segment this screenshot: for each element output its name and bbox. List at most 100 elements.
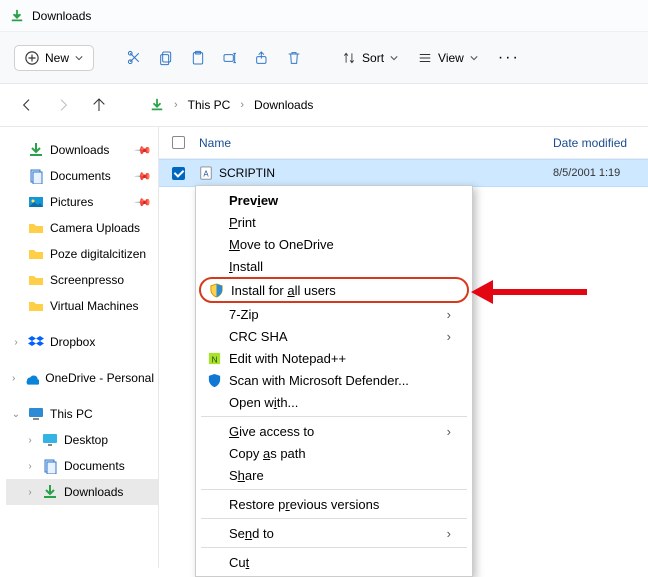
submenu-chevron-icon: › bbox=[447, 329, 451, 344]
pin-icon: 📌 bbox=[134, 141, 153, 160]
folder-icon bbox=[28, 246, 44, 262]
context-menu-label: Send to bbox=[225, 526, 447, 541]
more-button[interactable]: ··· bbox=[490, 49, 528, 67]
new-button[interactable]: New bbox=[14, 45, 94, 71]
download-icon bbox=[28, 142, 44, 158]
context-menu: PreviewPrintMove to OneDrive Install Insta… bbox=[195, 185, 473, 577]
sidebar-item-label: Camera Uploads bbox=[50, 221, 140, 235]
tree-chevron-icon[interactable]: › bbox=[24, 435, 36, 446]
file-date: 8/5/2001 1:19 bbox=[553, 167, 648, 179]
context-menu-item-install[interactable]: Install bbox=[199, 255, 469, 277]
sidebar-item-documents[interactable]: Documents📌 bbox=[6, 163, 158, 189]
shield-icon bbox=[205, 283, 227, 298]
pin-icon: 📌 bbox=[134, 193, 153, 212]
context-menu-label: Install for all users bbox=[227, 283, 449, 298]
context-menu-label: CRC SHA bbox=[225, 329, 447, 344]
download-icon bbox=[42, 484, 58, 500]
sidebar-item-downloads[interactable]: › Downloads bbox=[6, 479, 158, 505]
tree-chevron-icon[interactable]: › bbox=[10, 337, 22, 348]
sidebar-item-pictures[interactable]: Pictures📌 bbox=[6, 189, 158, 215]
folder-icon bbox=[28, 272, 44, 288]
svg-text:N: N bbox=[211, 354, 217, 364]
context-menu-item-open-with-[interactable]: Open with... bbox=[199, 391, 469, 413]
select-all-checkbox[interactable] bbox=[172, 136, 185, 149]
column-date[interactable]: Date modified bbox=[553, 136, 648, 150]
pictures-icon bbox=[28, 194, 44, 210]
context-menu-label: 7-Zip bbox=[225, 307, 447, 322]
context-menu-item-edit-with-notepad-[interactable]: NEdit with Notepad++ bbox=[199, 347, 469, 369]
sidebar-item-label: Poze digitalcitizen bbox=[50, 247, 146, 261]
tree-chevron-icon[interactable]: ⌄ bbox=[10, 409, 22, 420]
context-menu-separator bbox=[201, 518, 467, 519]
documents-icon bbox=[42, 458, 58, 474]
pin-icon: 📌 bbox=[134, 167, 153, 186]
context-menu-item-install-for-all-users[interactable]: Install for all users bbox=[199, 277, 469, 303]
breadcrumb[interactable]: Downloads bbox=[254, 98, 313, 112]
context-menu-item-share[interactable]: Share bbox=[199, 464, 469, 486]
sidebar-item-poze-digitalcitizen[interactable]: Poze digitalcitizen bbox=[6, 241, 158, 267]
toolbar: New Sort View ··· bbox=[0, 32, 648, 84]
folder-icon bbox=[28, 298, 44, 314]
file-row[interactable]: A SCRIPTIN 8/5/2001 1:19 bbox=[159, 159, 648, 187]
context-menu-item-move-to-onedrive[interactable]: Move to OneDrive bbox=[199, 233, 469, 255]
breadcrumb[interactable]: This PC bbox=[188, 98, 231, 112]
thispc-icon bbox=[28, 406, 44, 422]
sidebar-item-screenpresso[interactable]: Screenpresso bbox=[6, 267, 158, 293]
sidebar-item-label: Downloads bbox=[64, 485, 123, 499]
paste-button[interactable] bbox=[184, 44, 212, 72]
new-label: New bbox=[45, 51, 69, 65]
tree-chevron-icon[interactable]: › bbox=[24, 487, 36, 498]
folder-icon bbox=[28, 220, 44, 236]
tree-chevron-icon[interactable]: › bbox=[24, 461, 36, 472]
submenu-chevron-icon: › bbox=[447, 424, 451, 439]
context-menu-item-crc-sha[interactable]: CRC SHA› bbox=[199, 325, 469, 347]
context-menu-item-cut[interactable]: Cut bbox=[199, 551, 469, 573]
context-menu-label: Restore previous versions bbox=[225, 497, 451, 512]
context-menu-item-send-to[interactable]: Send to› bbox=[199, 522, 469, 544]
context-menu-label: Copy as path bbox=[225, 446, 451, 461]
sidebar-item-onedrive-personal[interactable]: › OneDrive - Personal bbox=[6, 365, 158, 391]
context-menu-item-print[interactable]: Print bbox=[199, 211, 469, 233]
sidebar-item-downloads[interactable]: Downloads 📌 bbox=[6, 137, 158, 163]
context-menu-item-scan-with-microsoft-defender-[interactable]: Scan with Microsoft Defender... bbox=[199, 369, 469, 391]
context-menu-item-give-access-to[interactable]: Give access to› bbox=[199, 420, 469, 442]
sidebar-item-this-pc[interactable]: ⌄This PC bbox=[6, 401, 158, 427]
sort-button[interactable]: Sort bbox=[334, 47, 406, 69]
chevron-down-icon bbox=[75, 54, 83, 62]
row-checkbox[interactable] bbox=[172, 167, 185, 180]
sidebar-item-label: OneDrive - Personal bbox=[45, 371, 154, 385]
up-button[interactable] bbox=[90, 96, 108, 114]
share-button[interactable] bbox=[248, 44, 276, 72]
context-menu-item-7-zip[interactable]: 7-Zip› bbox=[199, 303, 469, 325]
sidebar-item-virtual-machines[interactable]: Virtual Machines bbox=[6, 293, 158, 319]
documents-icon bbox=[28, 168, 44, 184]
sidebar-item-dropbox[interactable]: ›Dropbox bbox=[6, 329, 158, 355]
sidebar-item-label: Downloads bbox=[50, 143, 109, 157]
delete-button[interactable] bbox=[280, 44, 308, 72]
view-icon bbox=[418, 51, 432, 65]
sidebar-item-documents[interactable]: › Documents bbox=[6, 453, 158, 479]
context-menu-item-copy-as-path[interactable]: Copy as path bbox=[199, 442, 469, 464]
back-button[interactable] bbox=[18, 96, 36, 114]
nav-bar: › This PC › Downloads bbox=[0, 84, 648, 126]
tree-chevron-icon[interactable]: › bbox=[10, 373, 17, 384]
context-menu-item-preview[interactable]: Preview bbox=[199, 189, 469, 211]
context-menu-item-restore-previous-versions[interactable]: Restore previous versions bbox=[199, 493, 469, 515]
forward-button[interactable] bbox=[54, 96, 72, 114]
copy-button[interactable] bbox=[152, 44, 180, 72]
sidebar-item-label: Documents bbox=[64, 459, 125, 473]
view-button[interactable]: View bbox=[410, 47, 486, 69]
sidebar-item-label: Virtual Machines bbox=[50, 299, 139, 313]
desktop-icon bbox=[42, 432, 58, 448]
download-icon bbox=[150, 98, 164, 112]
context-menu-label: Install bbox=[225, 259, 451, 274]
rename-button[interactable] bbox=[216, 44, 244, 72]
sidebar-item-camera-uploads[interactable]: Camera Uploads bbox=[6, 215, 158, 241]
cut-button[interactable] bbox=[120, 44, 148, 72]
sidebar-item-desktop[interactable]: ›Desktop bbox=[6, 427, 158, 453]
chevron-right-icon: › bbox=[240, 99, 244, 111]
address-bar[interactable]: › This PC › Downloads bbox=[150, 98, 313, 112]
plus-circle-icon bbox=[25, 51, 39, 65]
column-name[interactable]: Name bbox=[197, 136, 553, 150]
context-menu-label: Scan with Microsoft Defender... bbox=[225, 373, 451, 388]
